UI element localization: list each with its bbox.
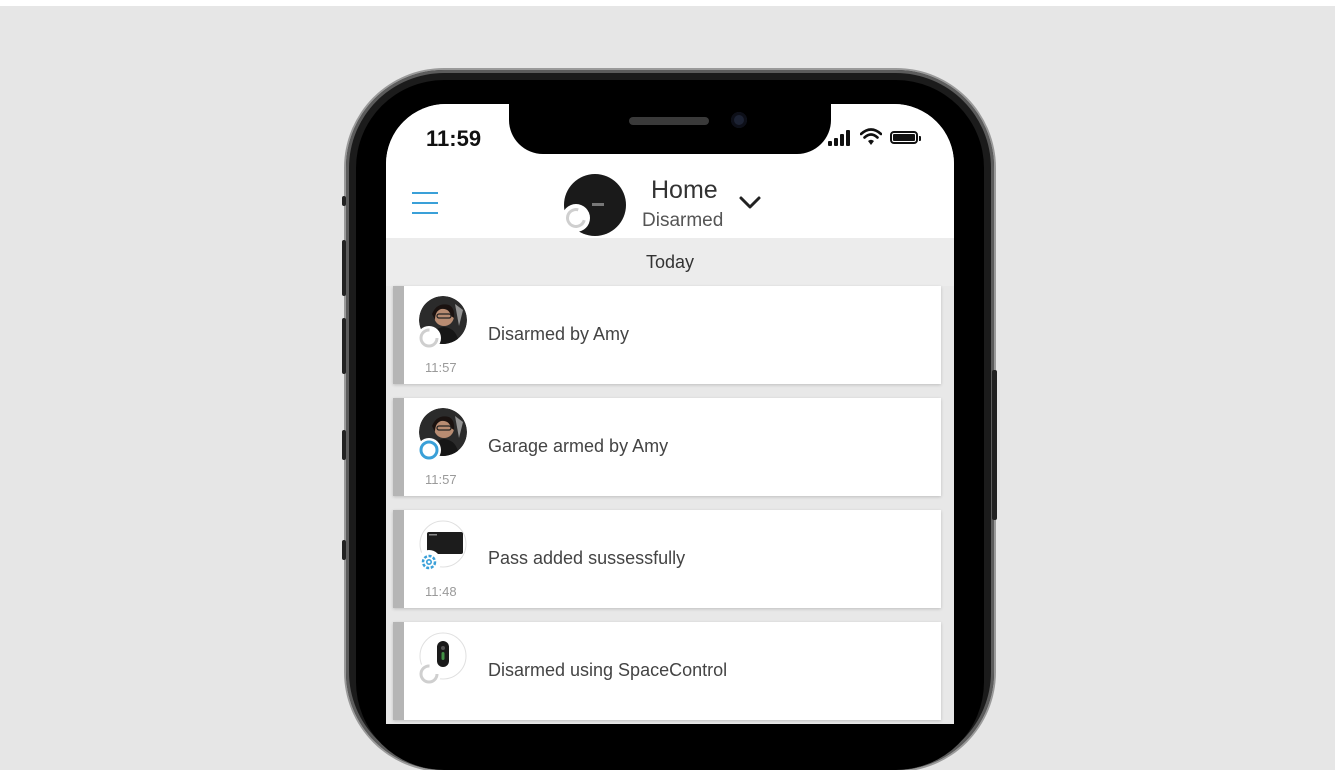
event-stripe [393,510,404,608]
event-text: Garage armed by Amy [488,436,669,456]
side-key [342,430,346,460]
event-stripe [393,398,404,496]
status-icons [828,128,928,148]
speaker-grille [629,117,709,125]
front-camera [731,112,747,128]
event-text: Disarmed using SpaceControl [488,660,728,680]
power-button [992,370,997,520]
event-time: 11:57 [425,472,457,487]
menu-button[interactable] [412,192,438,214]
event-card[interactable]: 11:57 Garage armed by Amy [393,398,941,496]
disarmed-ring-icon [562,204,590,232]
event-time: 11:48 [425,584,457,599]
disarmed-ring-icon [417,326,441,350]
event-stripe [393,286,404,384]
armed-ring-icon [417,438,441,462]
app-header: Home Disarmed [386,174,954,238]
hub-name[interactable]: Home [651,176,718,205]
silent-switch [342,196,346,206]
side-key-lower [342,540,346,560]
event-stripe [393,622,404,720]
chevron-down-icon[interactable] [738,192,762,212]
event-text: Pass added sussessfully [488,548,686,568]
hub-logo [592,203,604,206]
hub-status: Disarmed [642,210,724,231]
hub-avatar[interactable] [562,174,626,236]
top-strip [0,0,1335,6]
signal-icon [828,130,854,146]
battery-tip [919,136,921,141]
notch [509,104,831,154]
volume-up-button [342,240,346,296]
disarmed-ring-icon [417,662,441,686]
gear-icon [417,550,441,574]
status-bar: 11:59 [386,104,954,176]
phone-screen: 11:59 Home Disarmed Today 11:57 Disarmed… [386,104,954,724]
status-clock: 11:59 [426,126,482,151]
event-card[interactable]: 11:48 Pass added sussessfully [393,510,941,608]
section-header-today: Today [386,238,954,286]
event-card[interactable]: 11:57 Disarmed by Amy [393,286,941,384]
wifi-icon [860,128,882,145]
event-card[interactable]: Disarmed using SpaceControl [393,622,941,720]
event-time: 11:57 [425,360,457,375]
battery-icon [890,131,918,144]
event-text: Disarmed by Amy [488,324,630,344]
volume-down-button [342,318,346,374]
